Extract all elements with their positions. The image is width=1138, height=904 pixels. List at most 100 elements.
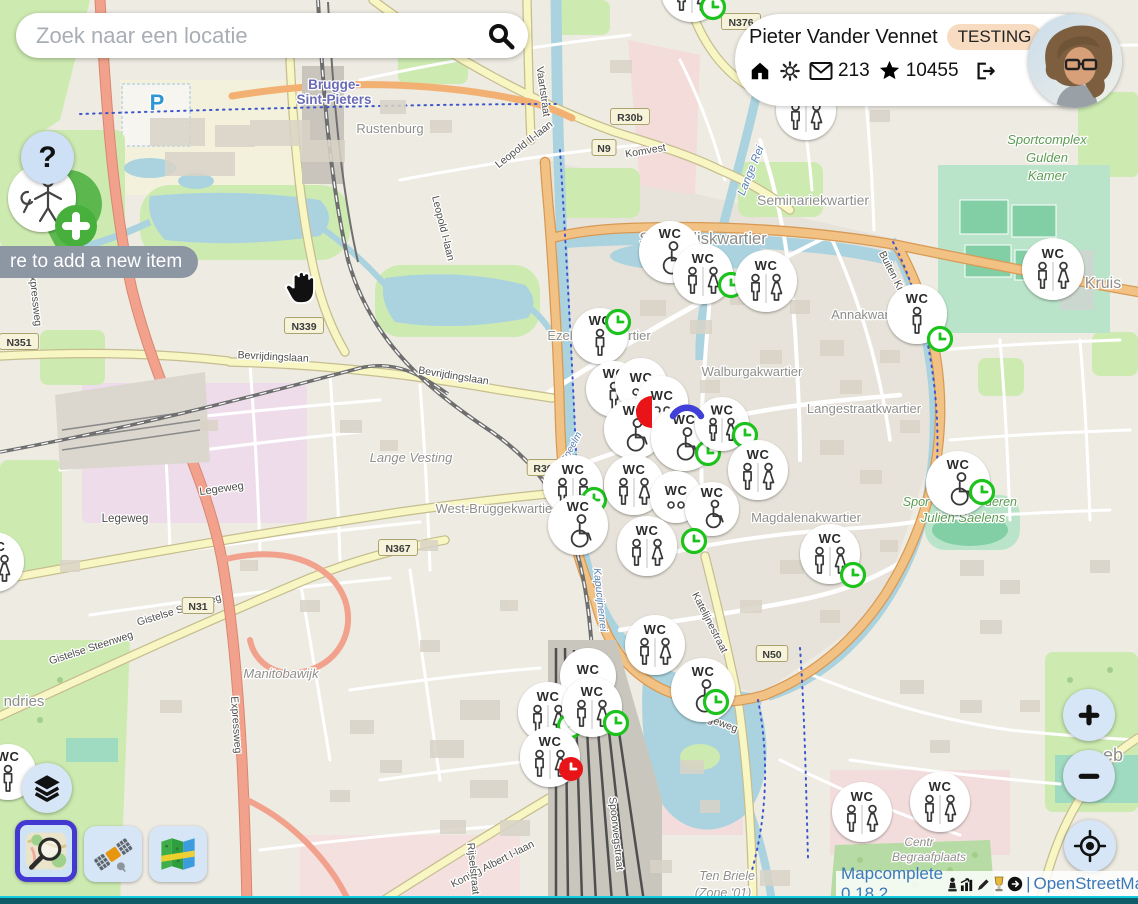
osm-link[interactable]: OpenStreetMap — [1033, 874, 1138, 894]
map-marker-toilet[interactable]: WC — [910, 772, 970, 832]
opening-hours-badge — [607, 311, 630, 334]
map-marker-toilet[interactable]: WC — [617, 516, 677, 576]
svg-text:WC: WC — [692, 251, 715, 266]
map-label: Sint-Pieters — [296, 92, 371, 107]
opening-hours-badge — [683, 530, 706, 553]
map-canvas[interactable]: RustenburgSint-GilliskwartierSeminariekw… — [0, 0, 1138, 904]
road-shield: R30b — [611, 109, 650, 125]
crosshair-icon — [1073, 829, 1107, 863]
basemap-osm-button[interactable] — [15, 820, 77, 882]
map-label: Manitobawijk — [243, 666, 320, 681]
home-icon[interactable] — [749, 60, 771, 82]
basemap-satellite-button[interactable] — [84, 826, 142, 882]
svg-text:WC: WC — [1042, 246, 1065, 261]
map-label: Gulden — [1026, 150, 1068, 165]
svg-text:WC: WC — [537, 689, 560, 704]
map-label: Sportcomplex — [1007, 132, 1087, 147]
svg-text:N50: N50 — [762, 649, 781, 661]
help-button[interactable]: ? — [21, 131, 74, 184]
message-count: 213 — [838, 60, 870, 82]
folded-map-icon — [157, 833, 199, 875]
map-marker-toilet[interactable]: WC — [1022, 238, 1084, 300]
map-marker-toilet[interactable]: WC — [832, 782, 892, 842]
map-marker-toilet[interactable]: WC — [735, 250, 797, 312]
map-label: Spor — [903, 495, 930, 509]
svg-text:N351: N351 — [6, 337, 31, 349]
map-marker-toilet[interactable]: WC — [728, 440, 788, 500]
opening-hours-badge — [971, 481, 994, 504]
svg-text:N367: N367 — [385, 543, 410, 555]
zoom-out-button[interactable] — [1063, 750, 1115, 802]
map-marker-toilet[interactable]: WC — [671, 658, 735, 722]
svg-text:WC: WC — [644, 622, 667, 637]
map-label: Lange Vesting — [370, 450, 453, 465]
svg-text:WC: WC — [755, 258, 778, 273]
road-shield: N367 — [379, 540, 418, 556]
hand-cursor-icon — [281, 266, 321, 313]
svg-text:WC: WC — [651, 388, 674, 403]
svg-text:WC: WC — [0, 539, 5, 554]
messages-icon[interactable] — [809, 61, 833, 81]
satellite-icon — [92, 833, 134, 875]
map-label: Legeweg — [102, 513, 149, 525]
svg-text:WC: WC — [659, 226, 682, 241]
road-shield: N31 — [182, 598, 214, 614]
road-shield: N351 — [0, 334, 39, 350]
svg-text:WC: WC — [947, 457, 970, 472]
search-input[interactable] — [34, 22, 486, 50]
search-bar[interactable] — [16, 13, 528, 58]
zoom-in-button[interactable] — [1063, 689, 1115, 741]
map-label: Begraafplaats — [892, 850, 966, 864]
svg-text:WC: WC — [577, 662, 600, 677]
opening-hours-badge — [605, 712, 628, 735]
svg-text:WC: WC — [623, 462, 646, 477]
star-count: 10455 — [906, 60, 959, 82]
svg-text:WC: WC — [929, 779, 952, 794]
geolocate-button[interactable] — [1064, 820, 1116, 872]
map-marker-toilet[interactable]: WC — [548, 495, 608, 555]
opening-hours-badge — [929, 328, 952, 351]
help-button-label: ? — [38, 141, 56, 175]
svg-text:WC: WC — [567, 499, 590, 514]
avatar[interactable] — [1028, 14, 1122, 108]
basemap-switcher — [15, 820, 207, 882]
map-marker-toilet[interactable]: WC — [625, 615, 685, 675]
testing-badge: TESTING — [947, 24, 1043, 50]
map-label: Seminariekwartier — [757, 192, 869, 208]
statue-icon — [946, 877, 959, 892]
search-icon[interactable] — [486, 21, 516, 51]
svg-text:WC: WC — [692, 664, 715, 679]
map-label: Ten Briele — [699, 869, 755, 883]
svg-text:N31: N31 — [188, 601, 207, 613]
attribution-separator: | — [1026, 874, 1030, 894]
road-shield: N50 — [756, 646, 788, 662]
map-label: P — [150, 90, 165, 115]
user-name: Pieter Vander Vennet — [749, 26, 938, 49]
add-item-tooltip: re to add a new item — [0, 246, 198, 278]
map-label: Kamer — [1028, 168, 1067, 183]
logout-icon[interactable] — [973, 60, 997, 82]
svg-text:WC: WC — [851, 789, 874, 804]
map-label: Kruis — [1085, 275, 1121, 292]
layers-button[interactable] — [22, 763, 72, 813]
svg-text:WC: WC — [819, 531, 842, 546]
svg-text:WC: WC — [636, 523, 659, 538]
basemap-map-button[interactable] — [149, 826, 207, 882]
layers-icon — [30, 771, 64, 805]
opening-hours-badge — [702, 0, 725, 19]
star-icon[interactable] — [878, 59, 901, 82]
map-label: Magdalenakwartier — [751, 510, 862, 525]
info-circle-icon — [1007, 876, 1023, 892]
attribution-bar: Mapcomplete 0.18.2 | OpenStreetMap — [836, 871, 1138, 897]
map-label: Walburgakwartier — [702, 364, 803, 379]
community-icon — [992, 876, 1006, 892]
edit-pencil-icon — [976, 877, 991, 892]
gear-icon[interactable] — [779, 60, 801, 82]
svg-text:WC: WC — [665, 483, 688, 498]
minus-icon — [1074, 761, 1104, 791]
plus-icon — [1074, 700, 1104, 730]
map-label: Centr — [904, 835, 934, 849]
road-shield: N9 — [592, 140, 616, 156]
svg-text:N339: N339 — [291, 321, 316, 333]
opening-hours-badge — [559, 757, 583, 781]
